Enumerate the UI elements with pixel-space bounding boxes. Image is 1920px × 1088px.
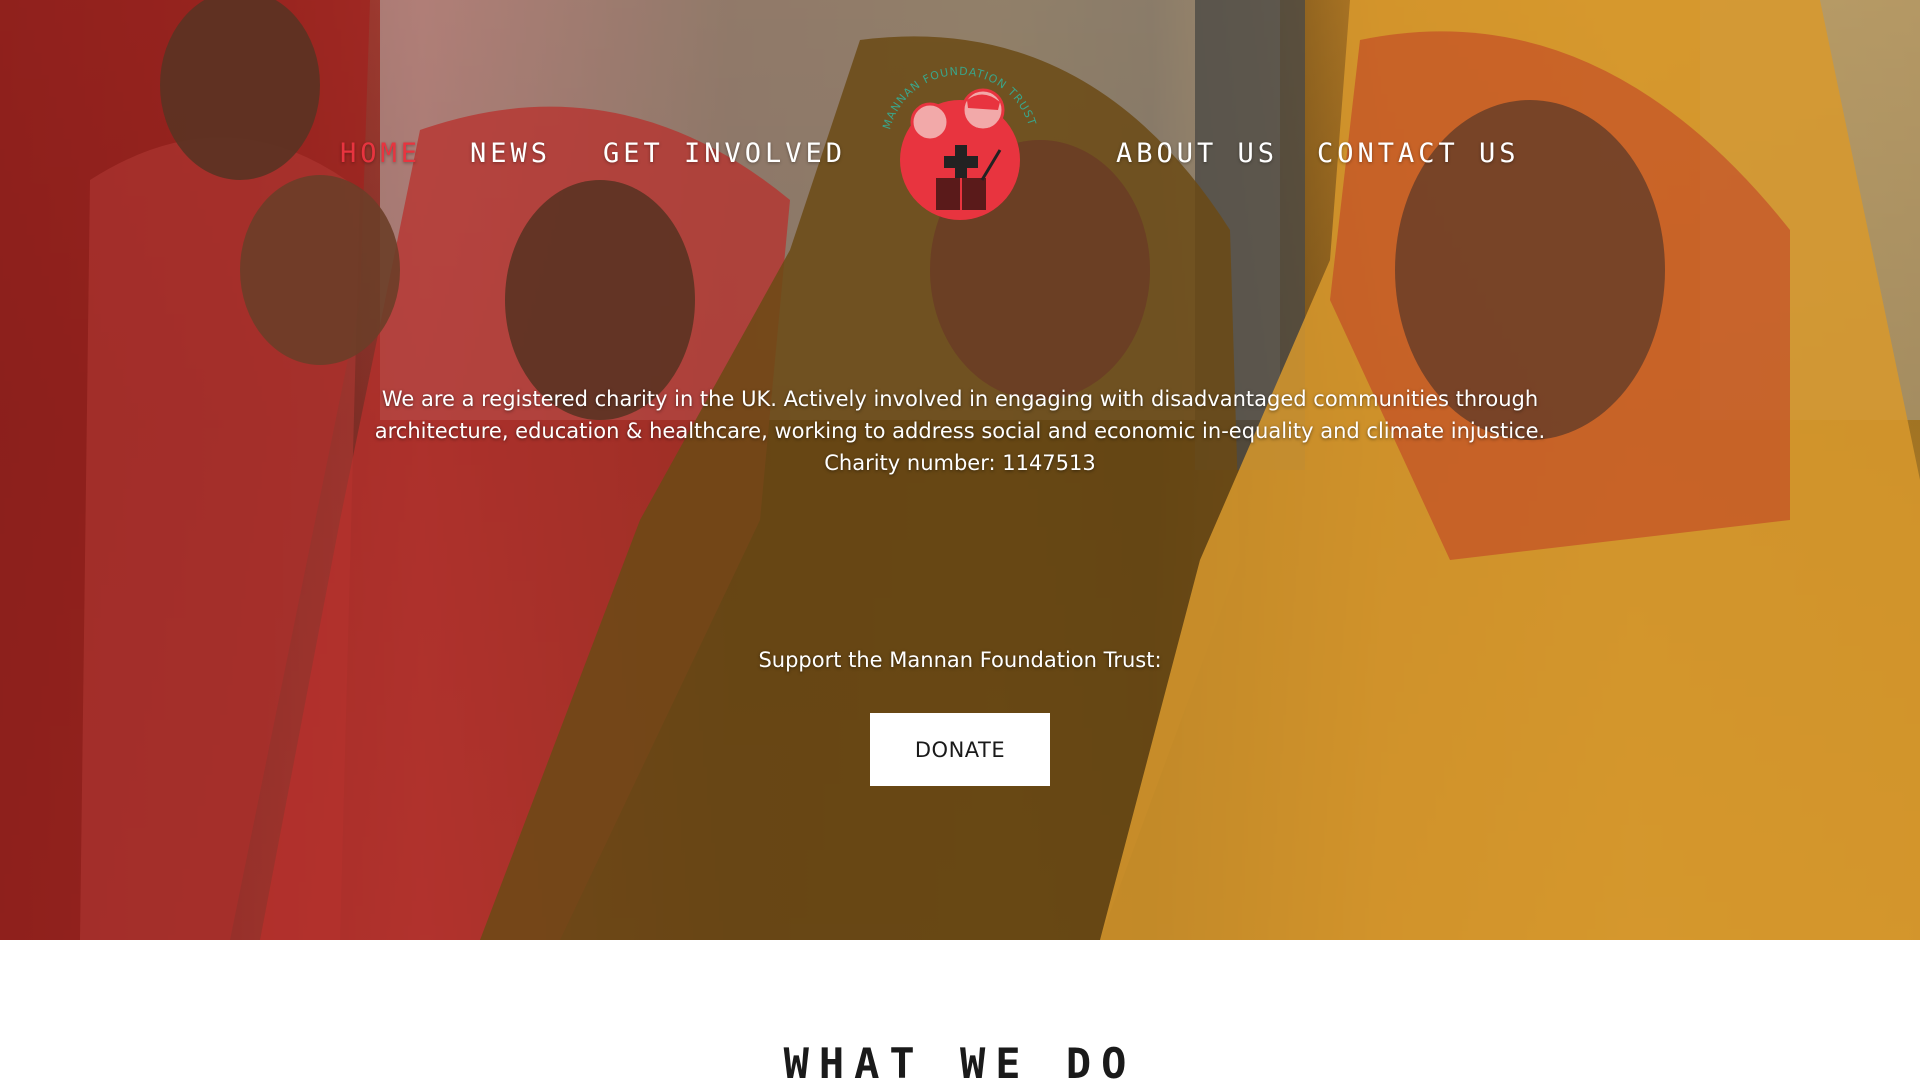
hero-section: HOME NEWS GET INVOLVED ABOUT US CONTACT … (0, 0, 1920, 940)
hero-text-line: We are a registered charity in the UK. A… (381, 387, 1539, 411)
charity-number: Charity number: 1147513 (824, 451, 1096, 475)
nav-get-involved[interactable]: GET INVOLVED (603, 138, 846, 169)
hero-text-line: architecture, education & healthcare, wo… (374, 419, 1546, 443)
mannan-foundation-logo-icon: MANNAN FOUNDATION TRUST (880, 65, 1038, 220)
nav-news[interactable]: NEWS (470, 138, 551, 169)
nav-home[interactable]: HOME (340, 138, 421, 169)
nav-about-us[interactable]: ABOUT US (1116, 138, 1278, 169)
support-text: Support the Mannan Foundation Trust: (758, 648, 1162, 672)
nav-contact-us[interactable]: CONTACT US (1317, 138, 1520, 169)
hero-description: We are a registered charity in the UK. A… (360, 383, 1560, 479)
donate-button[interactable]: DONATE (870, 713, 1050, 786)
site-logo[interactable]: MANNAN FOUNDATION TRUST (870, 50, 1050, 250)
section-title-what-we-do: WHAT WE DO (783, 1038, 1137, 1088)
